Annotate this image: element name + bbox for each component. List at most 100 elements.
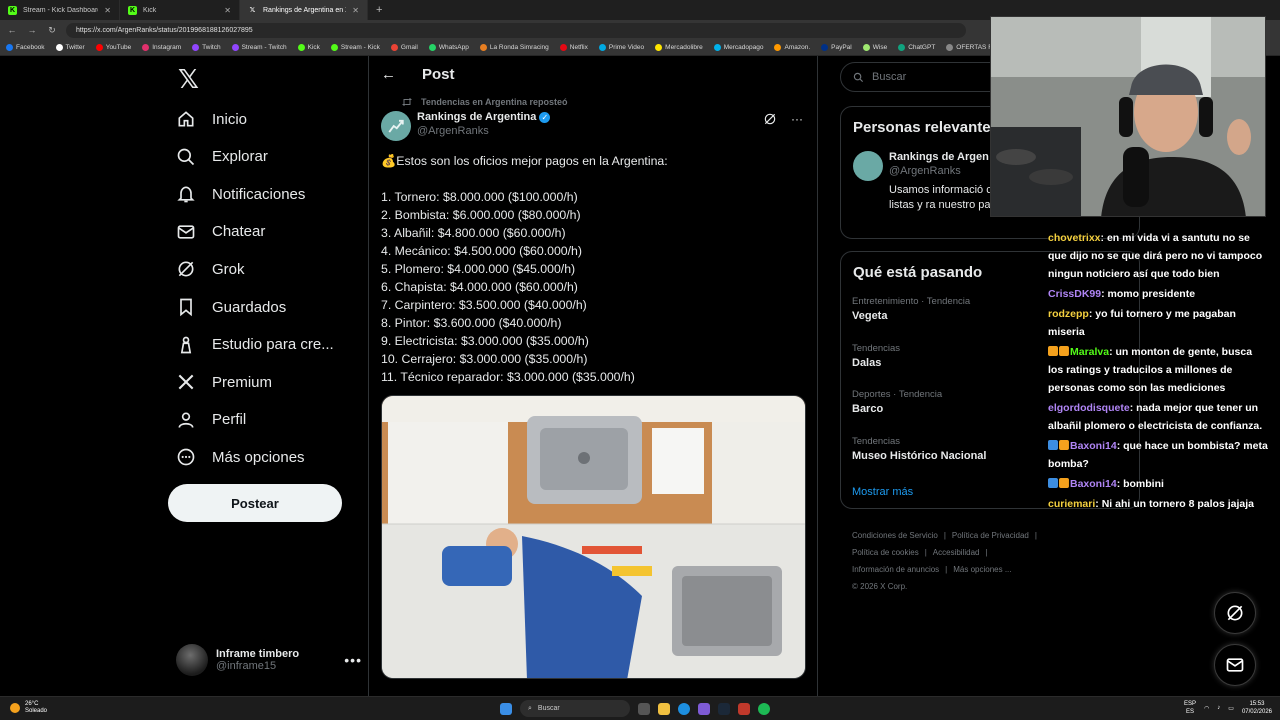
language-indicator[interactable]: ESP ES <box>1184 700 1196 716</box>
nav-item-inicio[interactable]: Inicio <box>176 103 247 135</box>
app-icon[interactable] <box>738 702 750 715</box>
bookmark-favicon-icon <box>598 44 606 51</box>
bookmark-item[interactable]: PayPal <box>821 44 852 51</box>
grok-floating-button[interactable] <box>1214 592 1256 634</box>
back-arrow-icon[interactable]: ← <box>6 25 18 35</box>
author-name-row[interactable]: Rankings de Argentina ✓ <box>417 111 551 123</box>
account-switcher[interactable]: Inframe timbero @inframe15 ••• <box>176 640 362 680</box>
windows-start-icon[interactable] <box>500 702 512 715</box>
chat-username[interactable]: Maralva <box>1070 346 1109 358</box>
windows-taskbar: 26°C Soleado ⌕ Buscar ESP ES ◠ ♪ ▭ 15:53… <box>0 696 1280 720</box>
wifi-icon[interactable]: ◠ <box>1204 705 1209 712</box>
nav-item-label: Explorar <box>212 148 268 166</box>
steam-icon[interactable] <box>718 702 730 715</box>
nav-item-perfil[interactable]: Perfil <box>176 404 246 436</box>
messages-floating-button[interactable] <box>1214 644 1256 686</box>
author-name[interactable]: Rankings de Argentina <box>417 111 536 123</box>
app-icon[interactable] <box>698 702 710 715</box>
browser-tab-kick-dashboard[interactable]: K Stream - Kick Dashboard ✕ <box>0 0 120 20</box>
bookmark-item[interactable]: WhatsApp <box>428 44 469 51</box>
bookmark-item[interactable]: Mercadolibre <box>655 44 703 51</box>
forward-arrow-icon[interactable]: → <box>26 25 38 35</box>
post-button[interactable]: Postear <box>168 484 342 522</box>
trend-item[interactable]: Deportes · Tendencia Barco <box>852 389 942 415</box>
file-explorer-icon[interactable] <box>658 702 670 715</box>
x-logo-icon[interactable]: 𝕏 <box>178 64 199 95</box>
bookmark-item[interactable]: Kick <box>297 44 320 51</box>
show-more-link[interactable]: Mostrar más <box>852 486 913 498</box>
post-image[interactable] <box>381 395 806 679</box>
weather-widget[interactable]: 26°C Soleado <box>10 701 47 715</box>
close-tab-icon[interactable]: ✕ <box>352 6 359 15</box>
battery-icon[interactable]: ▭ <box>1228 705 1234 712</box>
footer-link[interactable]: Política de cookies <box>852 548 919 557</box>
reload-icon[interactable]: ↻ <box>46 25 58 36</box>
nav-item-más-opciones[interactable]: Más opciones <box>176 441 305 473</box>
bookmark-label: Prime Video <box>608 44 645 51</box>
chat-message: rodzepp: yo fui tornero y me pagaban mis… <box>1048 305 1270 341</box>
account-handle: @inframe15 <box>216 660 277 672</box>
spotify-icon[interactable] <box>758 702 770 715</box>
volume-icon[interactable]: ♪ <box>1217 705 1220 711</box>
bookmark-item[interactable]: ChatGPT <box>898 44 935 51</box>
bookmark-item[interactable]: Mercadopago <box>713 44 763 51</box>
bookmark-item[interactable]: Stream - Kick <box>330 44 380 51</box>
nav-item-estudio-para-cre[interactable]: Estudio para cre... <box>176 329 334 361</box>
nav-item-grok[interactable]: Grok <box>176 253 245 285</box>
bookmark-item[interactable]: Wise <box>862 44 887 51</box>
nav-item-chatear[interactable]: Chatear <box>176 216 265 248</box>
grok-icon[interactable] <box>763 112 777 126</box>
bookmark-item[interactable]: La Ronda Simracing <box>479 44 549 51</box>
more-dots-icon[interactable]: ••• <box>344 652 362 668</box>
chat-username[interactable]: Baxoni14 <box>1070 478 1117 490</box>
grok-icon <box>176 259 196 279</box>
nav-item-notificaciones[interactable]: Notificaciones <box>176 178 305 210</box>
trend-item[interactable]: Tendencias Museo Histórico Nacional <box>852 436 986 462</box>
chat-username[interactable]: elgordodisquete <box>1048 402 1130 414</box>
chat-username[interactable]: rodzepp <box>1048 308 1089 320</box>
more-dots-icon[interactable]: ··· <box>791 112 803 126</box>
bookmark-item[interactable]: Stream - Twitch <box>231 44 287 51</box>
new-tab-icon[interactable]: + <box>368 4 390 16</box>
footer-link[interactable]: Más opciones ... <box>953 565 1011 574</box>
trend-item[interactable]: Tendencias Dalas <box>852 343 900 369</box>
trend-item[interactable]: Entretenimiento · Tendencia Vegeta <box>852 296 970 322</box>
bookmark-item[interactable]: Twitter <box>55 44 85 51</box>
taskbar-search[interactable]: ⌕ Buscar <box>520 700 630 717</box>
post-author[interactable]: Rankings de Argentina ✓ @ArgenRanks <box>381 111 551 141</box>
author-avatar[interactable] <box>381 111 411 141</box>
clock[interactable]: 15:53 07/02/2026 <box>1242 700 1272 716</box>
close-tab-icon[interactable]: ✕ <box>224 6 231 15</box>
footer-link[interactable]: Información de anuncios <box>852 565 939 574</box>
url-input[interactable]: https://x.com/ArgenRanks/status/20199681… <box>66 22 966 38</box>
nav-item-premium[interactable]: Premium <box>176 366 272 398</box>
bookmark-item[interactable]: Gmail <box>390 44 418 51</box>
chat-username[interactable]: chovetrixx <box>1048 232 1101 244</box>
footer-link[interactable]: Accesibilidad <box>933 548 980 557</box>
bookmark-item[interactable]: YouTube <box>95 44 131 51</box>
close-tab-icon[interactable]: ✕ <box>104 6 111 15</box>
nav-item-explorar[interactable]: Explorar <box>176 141 268 173</box>
browser-tab-kick[interactable]: K Kick ✕ <box>120 0 240 20</box>
bookmark-item[interactable]: Prime Video <box>598 44 645 51</box>
chat-username[interactable]: Baxoni14 <box>1070 440 1117 452</box>
author-handle[interactable]: @ArgenRanks <box>417 125 550 137</box>
footer-link[interactable]: Condiciones de Servicio <box>852 531 938 540</box>
avatar[interactable] <box>853 151 883 181</box>
post-list-line: 11. Técnico reparador: $3.000.000 ($35.0… <box>381 370 635 384</box>
bookmark-item[interactable]: Twitch <box>192 44 221 51</box>
chat-username[interactable]: CrissDK99 <box>1048 288 1101 300</box>
language-code: ESP <box>1184 701 1197 707</box>
task-view-icon[interactable] <box>638 702 650 715</box>
bookmark-item[interactable]: Facebook <box>6 44 45 51</box>
footer-link[interactable]: Política de Privacidad <box>952 531 1029 540</box>
nav-item-guardados[interactable]: Guardados <box>176 291 286 323</box>
chat-username[interactable]: curiemari <box>1048 498 1095 510</box>
bookmark-item[interactable]: Instagram <box>142 44 181 51</box>
bookmark-item[interactable]: Netflix <box>559 44 588 51</box>
edge-browser-icon[interactable] <box>678 702 690 715</box>
browser-tab-x-post[interactable]: 𝕏 Rankings de Argentina en X: "💰 E ✕ <box>240 0 368 20</box>
back-arrow-icon[interactable]: ← <box>381 66 396 83</box>
bookmark-item[interactable]: Amazon. <box>774 44 810 51</box>
trend-name: Barco <box>852 403 884 415</box>
